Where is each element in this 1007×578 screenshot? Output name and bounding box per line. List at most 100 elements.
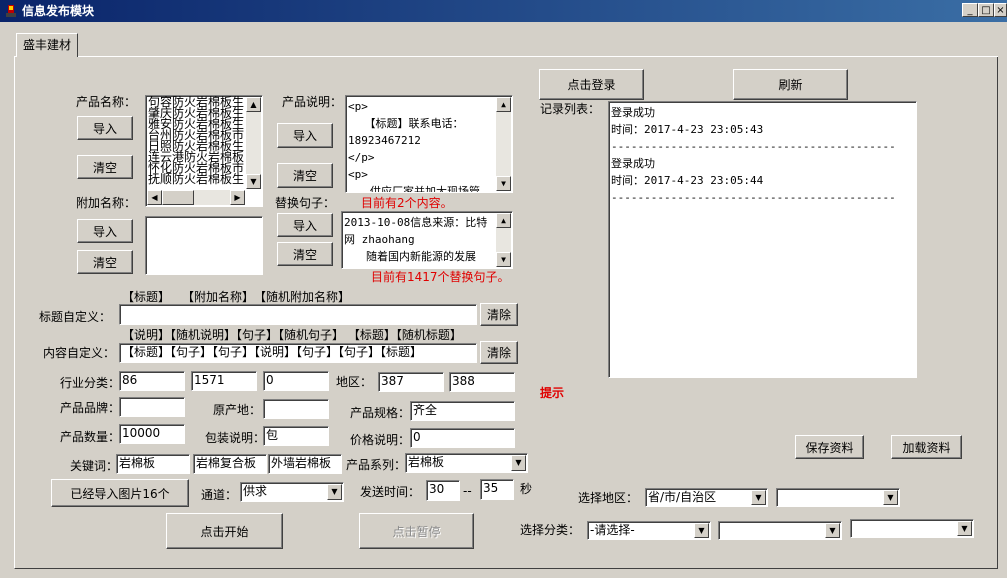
product-desc-count: 目前有2个内容。 bbox=[361, 196, 453, 210]
origin-label: 原产地： bbox=[213, 403, 262, 417]
hint-text: 提示 bbox=[540, 386, 565, 400]
area-province-value: 省/市/自治区 bbox=[648, 490, 717, 504]
list-item: 供应厂家并加大现场管 bbox=[348, 185, 480, 193]
replace-import-button[interactable]: 导入 bbox=[277, 213, 333, 237]
chevron-down-icon[interactable]: ▼ bbox=[957, 521, 972, 536]
extra-name-import-button[interactable]: 导入 bbox=[77, 219, 133, 243]
list-item: 登录成功 bbox=[611, 157, 655, 170]
records-list[interactable]: 登录成功 时间：2017-4-23 23:05:43 ---------------… bbox=[608, 101, 917, 378]
origin-field[interactable] bbox=[263, 399, 329, 419]
list-item: ----------------------------------------… bbox=[611, 140, 896, 153]
region-field-1[interactable]: 387 bbox=[378, 372, 444, 392]
pack-field[interactable]: 包 bbox=[263, 426, 329, 446]
chevron-down-icon[interactable]: ▼ bbox=[511, 455, 526, 471]
replace-count: 目前有1417个替换句子。 bbox=[371, 270, 510, 284]
scroll-down-icon[interactable]: ▼ bbox=[496, 252, 511, 267]
category-1-value: -请选择- bbox=[590, 523, 635, 537]
content-clear-button[interactable]: 清除 bbox=[480, 341, 518, 364]
pause-button[interactable]: 点击暂停 bbox=[359, 513, 474, 549]
chevron-down-icon[interactable]: ▼ bbox=[883, 490, 898, 505]
close-button[interactable]: × bbox=[994, 3, 1007, 17]
area-province-select[interactable]: 省/市/自治区 ▼ bbox=[645, 488, 768, 507]
region-label: 地区： bbox=[336, 375, 373, 389]
send-time-label: 发送时间： bbox=[360, 485, 421, 499]
category-select-1[interactable]: -请选择- ▼ bbox=[587, 521, 711, 540]
channel-value: 供求 bbox=[243, 484, 268, 498]
industry-field-1[interactable]: 86 bbox=[119, 371, 185, 391]
list-item: 随着国内新能源的发展 bbox=[344, 250, 476, 263]
scroll-left-icon[interactable]: ◀ bbox=[147, 190, 162, 205]
chevron-down-icon[interactable]: ▼ bbox=[327, 484, 342, 500]
replace-textarea[interactable]: 2013-10-08信息来源：比特网 zhaohang 随着国内新能源的发展 ▲… bbox=[341, 211, 513, 269]
tab-shengfeng[interactable]: 盛丰建材 bbox=[16, 33, 78, 57]
list-item: 【标题】联系电话： bbox=[348, 117, 464, 130]
extra-name-label: 附加名称： bbox=[76, 196, 137, 210]
replace-clear-button[interactable]: 清空 bbox=[277, 242, 333, 266]
industry-field-2[interactable]: 1571 bbox=[191, 371, 257, 391]
scroll-down-icon[interactable]: ▼ bbox=[496, 176, 511, 191]
price-field[interactable]: 0 bbox=[410, 428, 515, 448]
load-button[interactable]: 加载资料 bbox=[891, 435, 962, 459]
product-name-label: 产品名称： bbox=[76, 95, 137, 109]
product-desc-clear-button[interactable]: 清空 bbox=[277, 163, 333, 188]
product-name-vscroll[interactable]: ▲ ▼ bbox=[246, 97, 261, 189]
chevron-down-icon[interactable]: ▼ bbox=[825, 523, 840, 538]
spec-field[interactable]: 齐全 bbox=[410, 401, 515, 421]
price-label: 价格说明： bbox=[350, 433, 411, 447]
maximize-button[interactable]: □ bbox=[978, 3, 994, 17]
keyword-field-3[interactable]: 外墙岩棉板 bbox=[268, 454, 342, 474]
keyword-field-2[interactable]: 岩棉复合板 bbox=[193, 454, 267, 474]
close-icon: × bbox=[996, 5, 1005, 16]
start-button[interactable]: 点击开始 bbox=[166, 513, 283, 549]
list-item: 登录成功 bbox=[611, 106, 655, 119]
category-select-2[interactable]: ▼ bbox=[718, 521, 842, 540]
minimize-button[interactable]: _ bbox=[962, 3, 978, 17]
chevron-down-icon[interactable]: ▼ bbox=[751, 490, 766, 505]
scroll-up-icon[interactable]: ▲ bbox=[496, 213, 511, 228]
list-item: 网 zhaohang bbox=[344, 233, 415, 246]
series-label: 产品系列： bbox=[346, 458, 407, 472]
title-custom-input[interactable] bbox=[119, 304, 477, 325]
replace-vscroll[interactable]: ▲ ▼ bbox=[496, 213, 511, 267]
product-name-hscroll[interactable]: ◀ ▶ bbox=[147, 190, 245, 205]
scroll-up-icon[interactable]: ▲ bbox=[246, 97, 261, 112]
keyword-field-1[interactable]: 岩棉板 bbox=[116, 454, 190, 474]
industry-field-3[interactable]: 0 bbox=[263, 371, 329, 391]
title-clear-button[interactable]: 清除 bbox=[480, 303, 518, 326]
product-desc-textarea[interactable]: <p> 【标题】联系电话： 18923467212 </p> <p> 供应厂家并加大现… bbox=[345, 95, 513, 193]
refresh-button[interactable]: 刷新 bbox=[733, 69, 848, 100]
product-name-import-button[interactable]: 导入 bbox=[77, 116, 133, 140]
brand-field[interactable] bbox=[119, 397, 185, 417]
save-button[interactable]: 保存资料 bbox=[795, 435, 864, 459]
product-desc-import-button[interactable]: 导入 bbox=[277, 123, 333, 148]
industry-label: 行业分类： bbox=[60, 376, 121, 390]
area-city-select[interactable]: ▼ bbox=[776, 488, 900, 507]
title-tags: 【标题】 【附加名称】 【随机附加名称】 bbox=[122, 290, 351, 304]
scroll-down-icon[interactable]: ▼ bbox=[246, 174, 261, 189]
series-select[interactable]: 岩棉板 ▼ bbox=[405, 453, 528, 473]
brand-label: 产品品牌： bbox=[60, 401, 121, 415]
channel-label: 通道： bbox=[201, 488, 238, 502]
category-select-3[interactable]: ▼ bbox=[850, 519, 974, 538]
list-item: 抚顺防火岩棉板生 bbox=[148, 172, 245, 185]
qty-field[interactable]: 10000 bbox=[119, 424, 185, 444]
chevron-down-icon[interactable]: ▼ bbox=[694, 523, 709, 538]
list-item: 时间：2017-4-23 23:05:44 bbox=[611, 174, 764, 187]
extra-name-list[interactable] bbox=[145, 216, 263, 275]
content-custom-input[interactable]: 【标题】【句子】【句子】【说明】【句子】【句子】【标题】 bbox=[119, 343, 477, 363]
product-name-clear-button[interactable]: 清空 bbox=[77, 155, 133, 179]
images-button[interactable]: 已经导入图片16个 bbox=[51, 479, 189, 507]
window-title: 信息发布模块 bbox=[22, 4, 95, 18]
send-from-field[interactable]: 30 bbox=[426, 480, 460, 501]
scroll-up-icon[interactable]: ▲ bbox=[496, 97, 511, 112]
product-desc-label: 产品说明： bbox=[282, 95, 343, 109]
product-desc-vscroll[interactable]: ▲ ▼ bbox=[496, 97, 511, 191]
product-name-list[interactable]: 句容防火岩棉板生 肇庆防火岩棉板生 雅安防火岩棉板生 台州防火岩棉板市 日照防火岩棉板生… bbox=[145, 95, 263, 207]
scroll-thumb[interactable] bbox=[162, 190, 194, 205]
region-field-2[interactable]: 388 bbox=[449, 372, 515, 392]
extra-name-clear-button[interactable]: 清空 bbox=[77, 250, 133, 274]
channel-select[interactable]: 供求 ▼ bbox=[240, 482, 344, 502]
send-to-field[interactable]: 35 bbox=[480, 479, 514, 500]
scroll-right-icon[interactable]: ▶ bbox=[230, 190, 245, 205]
login-button[interactable]: 点击登录 bbox=[539, 69, 644, 100]
